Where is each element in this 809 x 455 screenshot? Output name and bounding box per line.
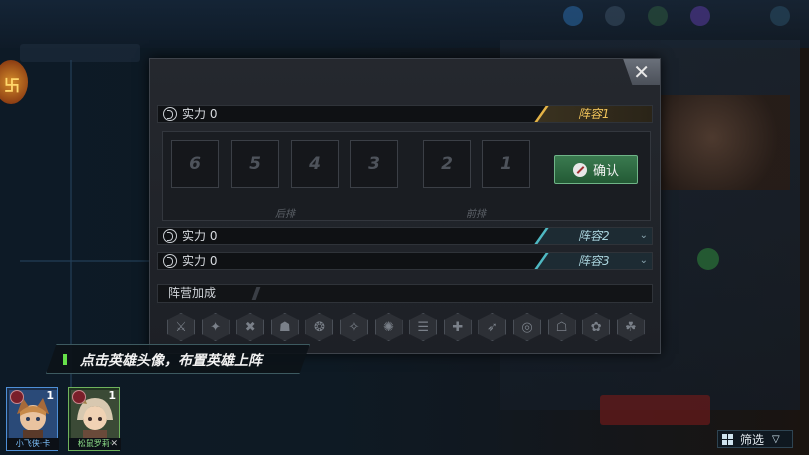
faction-glyph: ☰	[417, 319, 430, 335]
hero-level: 1	[108, 389, 116, 402]
faction-icon-12[interactable]: ☖	[547, 313, 576, 341]
faction-icon-4[interactable]: ☗	[270, 313, 299, 341]
background-icon	[605, 6, 625, 26]
faction-icon-6[interactable]: ✧	[340, 313, 368, 341]
background-line	[70, 60, 72, 390]
grid-icon	[722, 433, 733, 445]
background-badge-icon: 卐	[0, 60, 28, 104]
faction-glyph: ➶	[486, 319, 498, 335]
lineup-tab-label: 阵容2	[578, 229, 610, 243]
hint-tooltip: 点击英雄头像，布置英雄上阵	[46, 344, 310, 374]
formation-slot-6[interactable]: 6	[171, 140, 219, 188]
background-picture	[660, 95, 790, 190]
faction-icon-1[interactable]: ⚔	[167, 313, 195, 341]
faction-icon-8[interactable]: ☰	[409, 313, 438, 341]
filter-button[interactable]: 筛选 ▽	[717, 430, 793, 448]
lineup-power: 实力 0	[182, 107, 218, 121]
front-row-label: 前排	[466, 209, 486, 220]
faction-icon-7[interactable]: ✺	[374, 313, 403, 341]
formation-slot-3[interactable]: 3	[350, 140, 398, 188]
faction-badge-icon	[10, 390, 24, 404]
faction-glyph: ☖	[555, 319, 568, 335]
formation-slot-4[interactable]: 4	[291, 140, 339, 188]
lineup-tab-1[interactable]: 阵容1	[534, 106, 652, 122]
chevron-down-icon: ▽	[772, 433, 780, 445]
hero-card-2[interactable]: 1 松鼠罗莉· ✕	[68, 387, 121, 451]
faction-glyph: ❂	[313, 319, 325, 335]
faction-glyph: ✦	[210, 319, 222, 335]
faction-glyph: ✧	[348, 319, 360, 335]
background-icon	[648, 6, 668, 26]
faction-glyph: ⚔	[175, 319, 187, 335]
confirm-icon	[572, 162, 587, 177]
hint-marker	[63, 354, 67, 365]
faction-icon-3[interactable]: ✖	[236, 313, 265, 341]
background-icon	[770, 6, 790, 26]
lineup-bar-1[interactable]: 实力 0 阵容1	[157, 105, 653, 123]
power-icon	[163, 229, 177, 243]
lineup-tab-label: 阵容1	[578, 107, 610, 121]
hero-level: 1	[46, 389, 54, 402]
camp-bonus-label: 阵营加成	[168, 286, 217, 300]
formation-slot-2[interactable]: 2	[423, 140, 471, 188]
lineup-power: 实力 0	[182, 254, 218, 268]
lineup-bar-2[interactable]: 实力 0 阵容2 ⌄	[157, 227, 653, 245]
faction-glyph: ◎	[521, 319, 533, 335]
lineup-dialog: ✕ 实力 0 阵容1 6 5 4 3 2 1 后排 前排 确认 实力 0 阵容2	[149, 58, 661, 354]
background-icon	[690, 6, 710, 26]
camp-bonus-bar: 阵营加成	[157, 284, 653, 303]
power-icon	[163, 107, 177, 121]
faction-icon-10[interactable]: ➶	[478, 313, 507, 341]
hero-name: 小飞侠·卡	[7, 438, 59, 450]
faction-icon-2[interactable]: ✦	[201, 313, 230, 341]
lineup-power: 实力 0	[182, 229, 218, 243]
faction-glyph: ☗	[278, 319, 291, 335]
faction-glyph: ☘	[624, 319, 637, 335]
faction-icon-5[interactable]: ❂	[305, 313, 334, 341]
faction-icon-9[interactable]: ✚	[443, 313, 472, 341]
faction-icon-11[interactable]: ◎	[513, 313, 541, 341]
chevron-down-icon: ⌄	[639, 255, 648, 266]
close-icon: ✕	[633, 60, 650, 84]
confirm-button[interactable]: 确认	[554, 155, 638, 184]
hint-text: 点击英雄头像，布置英雄上阵	[80, 353, 262, 369]
back-row-label: 后排	[275, 209, 295, 220]
faction-icon-13[interactable]: ✿	[582, 313, 611, 341]
background-title-blur	[20, 44, 140, 62]
camp-icon-row: ⚔ ✦ ✖ ☗ ❂ ✧ ✺ ☰ ✚ ➶ ◎ ☖ ✿ ☘	[167, 313, 647, 343]
background-line	[20, 260, 150, 262]
formation-slot-5[interactable]: 5	[231, 140, 279, 188]
close-icon: ✕	[110, 439, 118, 449]
lineup-tab-3[interactable]: 阵容3 ⌄	[534, 253, 652, 269]
formation-slot-1[interactable]: 1	[482, 140, 530, 188]
faction-badge-icon	[72, 390, 86, 404]
lineup-bar-3[interactable]: 实力 0 阵容3 ⌄	[157, 252, 653, 270]
formation-grid: 6 5 4 3 2 1 后排 前排 确认	[162, 131, 651, 221]
faction-glyph: ✺	[383, 319, 395, 335]
faction-icon-14[interactable]: ☘	[616, 313, 645, 341]
power-icon	[163, 254, 177, 268]
lineup-tab-2[interactable]: 阵容2 ⌄	[534, 228, 652, 244]
filter-label: 筛选	[740, 432, 765, 447]
confirm-label: 确认	[592, 164, 619, 179]
chevron-down-icon: ⌄	[639, 230, 648, 241]
faction-glyph: ✖	[244, 319, 256, 335]
close-button[interactable]: ✕	[623, 59, 660, 85]
faction-glyph: ✚	[452, 319, 464, 335]
background-red-button	[600, 395, 710, 425]
hero-card-1[interactable]: 1 小飞侠·卡	[6, 387, 59, 451]
faction-glyph: ✿	[590, 319, 602, 335]
lineup-tab-label: 阵容3	[578, 254, 610, 268]
background-icon	[563, 6, 583, 26]
background-icon	[697, 248, 719, 270]
